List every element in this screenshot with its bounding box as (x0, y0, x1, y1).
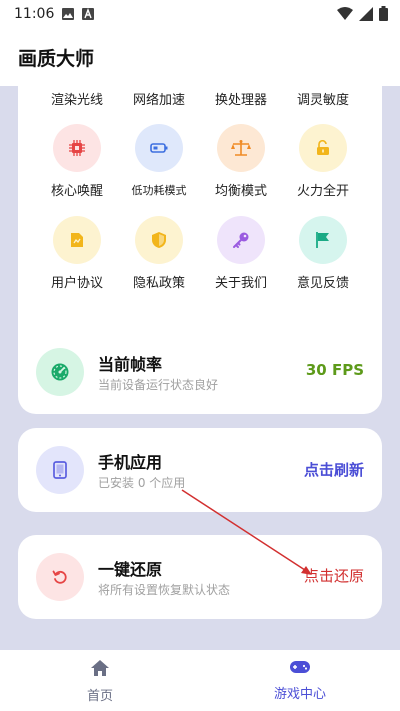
apps-card: 手机应用 已安装 0 个应用 点击刷新 (18, 428, 382, 512)
about-us-item[interactable]: 关于我们 (200, 216, 282, 291)
speedometer-icon (36, 348, 84, 396)
feature-label-sensitivity[interactable]: 调灵敏度 (282, 89, 364, 108)
nav-home-label: 首页 (86, 689, 113, 704)
fps-value: 30 FPS (305, 361, 364, 379)
mode-full-power[interactable]: 火力全开 (282, 124, 364, 199)
scale-icon (217, 124, 265, 172)
mode-label: 低功耗模式 (131, 184, 187, 197)
phone-icon (36, 446, 84, 494)
fps-card: 当前帧率 当前设备运行状态良好 30 FPS (18, 330, 382, 414)
info-label: 关于我们 (214, 276, 267, 291)
app-bar: 画质大师 (0, 28, 400, 86)
home-icon (90, 659, 110, 681)
text-notification-icon (82, 8, 95, 20)
mode-low-power[interactable]: 低功耗模式 (118, 124, 200, 199)
fps-subtitle: 当前设备运行状态良好 (98, 378, 219, 392)
shield-icon (135, 216, 183, 264)
mode-balanced[interactable]: 均衡模式 (200, 124, 282, 199)
restore-subtitle: 将所有设置恢复默认状态 (98, 583, 231, 597)
app-title: 画质大师 (18, 47, 95, 70)
document-icon (53, 216, 101, 264)
apps-title: 手机应用 (98, 453, 163, 472)
restore-button[interactable]: 点击还原 (304, 565, 364, 586)
flag-icon (299, 216, 347, 264)
info-row: 用户协议 隐私政策 关于我们 意见反馈 (36, 216, 366, 291)
signal-icon (359, 6, 373, 25)
battery-status-icon (379, 6, 388, 25)
nav-home[interactable]: 首页 (0, 650, 200, 711)
mode-label: 核心唤醒 (50, 184, 103, 199)
info-label: 用户协议 (50, 276, 103, 291)
restore-title: 一键还原 (98, 560, 163, 579)
mode-row: 核心唤醒 低功耗模式 均衡模式 火力全开 (36, 124, 366, 199)
feature-label-render[interactable]: 渲染光线 (36, 89, 118, 108)
gamepad-icon (289, 659, 311, 679)
restore-icon (36, 553, 84, 601)
battery-icon (135, 124, 183, 172)
feedback-item[interactable]: 意见反馈 (282, 216, 364, 291)
privacy-policy-item[interactable]: 隐私政策 (118, 216, 200, 291)
bottom-navigation: 首页 游戏中心 (0, 650, 400, 711)
restore-card: 一键还原 将所有设置恢复默认状态 点击还原 (18, 535, 382, 619)
gallery-icon (62, 8, 75, 20)
mode-label: 均衡模式 (214, 184, 267, 199)
apps-subtitle: 已安装 0 个应用 (98, 476, 186, 490)
nav-game-center[interactable]: 游戏中心 (200, 650, 400, 711)
wifi-icon (337, 6, 353, 25)
refresh-button[interactable]: 点击刷新 (304, 459, 364, 480)
feature-label-network[interactable]: 网络加速 (118, 89, 200, 108)
unlock-icon (299, 124, 347, 172)
info-label: 意见反馈 (296, 276, 349, 291)
mode-label: 火力全开 (296, 184, 349, 199)
feature-label-processor[interactable]: 换处理器 (200, 89, 282, 108)
user-agreement-item[interactable]: 用户协议 (36, 216, 118, 291)
info-label: 隐私政策 (132, 276, 185, 291)
mode-core-wake[interactable]: 核心唤醒 (36, 124, 118, 199)
status-bar: 11:06 (0, 0, 400, 28)
chip-icon (53, 124, 101, 172)
status-time: 11:06 (14, 6, 55, 22)
nav-game-center-label: 游戏中心 (273, 687, 326, 702)
fps-title: 当前帧率 (98, 355, 163, 374)
main-content[interactable]: 渲染光线 网络加速 换处理器 调灵敏度 核心唤醒 低功耗模式 均衡模式 火力全开… (0, 86, 400, 650)
feature-row-partial: 渲染光线 网络加速 换处理器 调灵敏度 (18, 89, 382, 108)
key-icon (217, 216, 265, 264)
